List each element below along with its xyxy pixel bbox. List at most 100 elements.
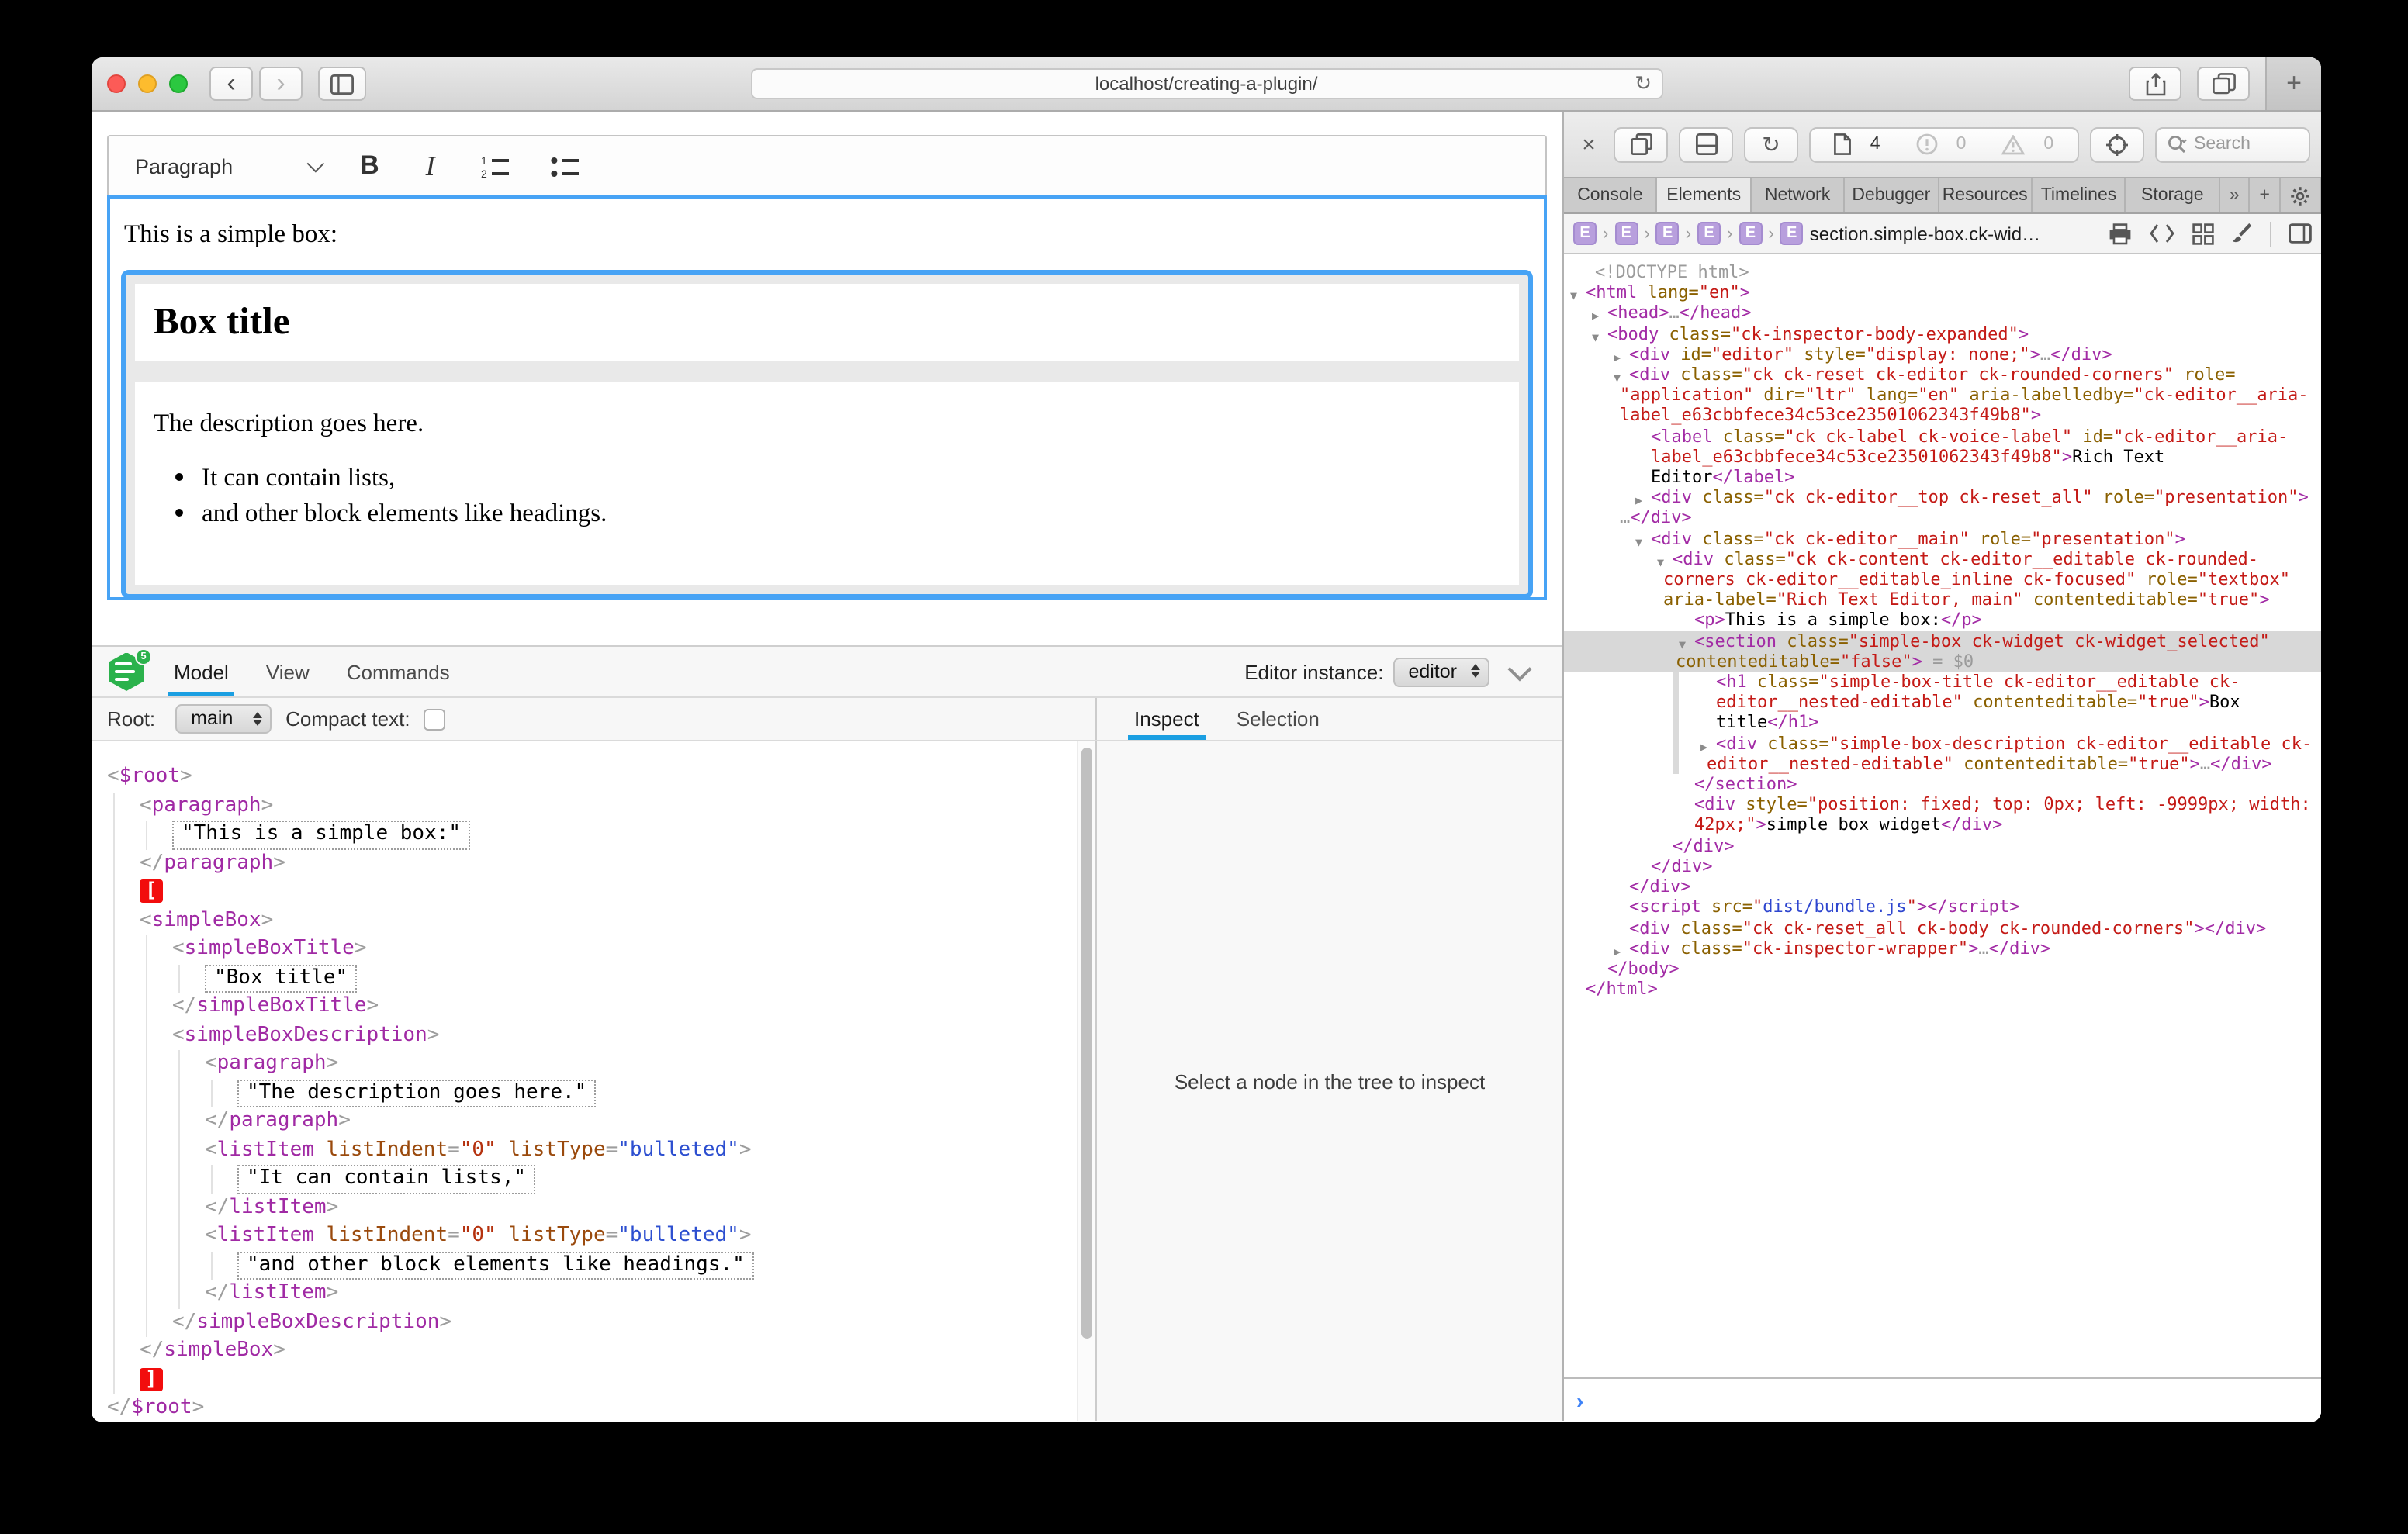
back-button[interactable]: ‹ (209, 67, 253, 101)
inspector-tab-model[interactable]: Model (155, 647, 247, 696)
source-code-icon[interactable] (2149, 223, 2175, 244)
grid-overlay-icon[interactable] (2192, 223, 2214, 244)
styles-brush-icon[interactable] (2231, 222, 2253, 245)
minimize-window-button[interactable] (138, 74, 157, 93)
model-element-close[interactable]: </simpleBoxDescription> (172, 1308, 1064, 1337)
model-element-open[interactable]: <listItem listIndent="0" listType="bulle… (205, 1222, 1064, 1251)
tab-overflow-button[interactable]: » (2220, 178, 2251, 212)
text-node-box[interactable]: "This is a simple box:" (172, 821, 470, 849)
editor-instance-select[interactable]: editor (1393, 657, 1489, 686)
heading-dropdown[interactable]: Paragraph (135, 154, 320, 178)
element-badge[interactable]: E (1573, 222, 1597, 245)
tab-overview-button[interactable] (2197, 67, 2250, 101)
share-button[interactable] (2129, 67, 2181, 101)
close-devtools-button[interactable]: × (1575, 126, 1603, 162)
model-element-open[interactable]: <listItem listIndent="0" listType="bulle… (205, 1136, 1064, 1165)
dom-tree-line[interactable]: Editor</label> (1564, 467, 2321, 487)
inspect-panel-tab-selection[interactable]: Selection (1218, 698, 1338, 740)
editor-editable-area[interactable]: This is a simple box: Box title The desc… (107, 195, 1547, 600)
model-element-close[interactable]: </paragraph> (205, 1107, 1064, 1136)
bold-button[interactable]: B (360, 150, 379, 181)
compact-text-checkbox[interactable] (424, 708, 446, 730)
numbered-list-button[interactable]: 12 (482, 154, 511, 178)
dom-tree-line[interactable]: contenteditable="false"> = $0 (1564, 651, 2321, 672)
model-element-open[interactable]: <simpleBox> (140, 907, 1064, 935)
address-bar[interactable]: localhost/creating-a-plugin/ ↻ (750, 68, 1662, 99)
dom-tree-line[interactable]: ▼<html lang="en"> (1564, 282, 2321, 302)
dom-tree-line[interactable]: ▼<div class="ck ck-reset ck-editor ck-ro… (1564, 364, 2321, 385)
model-text-node[interactable]: "and other block elements like headings.… (237, 1251, 1064, 1280)
dom-tree-line[interactable]: </div> (1564, 856, 2321, 876)
dom-tree-line[interactable]: <div class="ck ck-reset_all ck-body ck-r… (1564, 917, 2321, 938)
text-node-box[interactable]: "The description goes here." (237, 1079, 596, 1107)
model-element-open[interactable]: <simpleBoxDescription> (172, 1021, 1064, 1050)
dom-tree-line[interactable]: corners ck-editor__editable_inline ck-fo… (1564, 569, 2321, 589)
element-picker-button[interactable] (2090, 126, 2144, 162)
element-badge[interactable]: E (1780, 222, 1804, 245)
element-badge[interactable]: E (1739, 222, 1762, 245)
dom-tree-line[interactable]: <h1 class="simple-box-title ck-editor__e… (1564, 672, 2321, 692)
breadcrumb-current-node[interactable]: section.simple-box.ck-wid… (1810, 223, 2040, 244)
dom-tree-line[interactable]: ▼<div class="ck ck-editor__main" role="p… (1564, 528, 2321, 548)
devtools-search-field[interactable]: Search (2155, 126, 2310, 162)
text-node-box[interactable]: "It can contain lists," (237, 1165, 535, 1194)
new-tab-button[interactable]: + (2265, 57, 2321, 110)
model-element-close[interactable]: </listItem> (205, 1194, 1064, 1222)
dom-tree-line[interactable]: <div style="position: fixed; top: 0px; l… (1564, 795, 2321, 815)
devtools-tab-timelines[interactable]: Timelines (2033, 178, 2126, 212)
dom-tree-line[interactable]: …</div> (1564, 508, 2321, 528)
text-node-box[interactable]: "Box title" (205, 964, 357, 993)
devtools-tab-resources[interactable]: Resources (1939, 178, 2033, 212)
new-tab-button[interactable]: + (2251, 178, 2281, 212)
dom-tree-line[interactable]: </div> (1564, 835, 2321, 855)
dom-tree-line[interactable]: 42px;">simple box widget</div> (1564, 815, 2321, 835)
sidebar-toggle-button[interactable] (318, 67, 366, 101)
description-list[interactable]: It can contain lists,and other block ele… (154, 461, 1500, 529)
root-select[interactable]: main (175, 704, 272, 734)
forward-button[interactable]: › (259, 67, 303, 101)
dom-tree-line[interactable]: label_e63cbbfece34c53ce23501062343f49b8"… (1564, 447, 2321, 467)
devtools-tab-storage[interactable]: Storage (2126, 178, 2220, 212)
dom-tree-line[interactable]: title</h1> (1564, 713, 2321, 733)
inspector-tab-view[interactable]: View (247, 647, 328, 696)
details-sidebar-icon[interactable] (2289, 223, 2312, 244)
reload-page-button[interactable]: ↻ (1744, 126, 1798, 162)
simple-box-description[interactable]: The description goes here. It can contai… (135, 382, 1519, 585)
resource-badges-button[interactable]: 4 0 0 (1809, 126, 2079, 162)
list-item[interactable]: and other block elements like headings. (202, 496, 1500, 529)
dom-tree-line[interactable]: "application" dir="ltr" lang="en" aria-l… (1564, 385, 2321, 405)
dom-tree-line[interactable]: ▶<head>…</head> (1564, 303, 2321, 323)
model-element-close[interactable]: </listItem> (205, 1280, 1064, 1308)
detach-devtools-button[interactable] (1614, 126, 1668, 162)
model-text-node[interactable]: "This is a simple box:" (172, 821, 1064, 849)
dom-tree-line[interactable]: <script src="dist/bundle.js"></script> (1564, 897, 2321, 917)
zoom-window-button[interactable] (169, 74, 188, 93)
dom-tree-line[interactable]: <!DOCTYPE html> (1564, 262, 2321, 282)
editor-paragraph[interactable]: This is a simple box: (124, 219, 1530, 250)
dom-tree-line[interactable]: aria-label="Rich Text Editor, main" cont… (1564, 590, 2321, 610)
inspect-panel-tab-inspect[interactable]: Inspect (1116, 698, 1218, 740)
scrollbar-thumb[interactable] (1081, 748, 1092, 1339)
model-element-close[interactable]: </simpleBox> (140, 1337, 1064, 1366)
dom-tree-line[interactable]: ▶<div class="simple-box-description ck-e… (1564, 733, 2321, 753)
dom-tree-line[interactable]: ▼<section class="simple-box ck-widget ck… (1564, 631, 2321, 651)
print-styles-icon[interactable] (2109, 223, 2132, 244)
console-quick-input[interactable]: › (1564, 1377, 2321, 1421)
dom-tree-line[interactable]: ▶<div id="editor" style="display: none;"… (1564, 344, 2321, 364)
model-element-open[interactable]: <simpleBoxTitle> (172, 935, 1064, 964)
dom-tree-line[interactable]: ▶<div class="ck ck-editor__top ck-reset_… (1564, 487, 2321, 507)
bulleted-list-button[interactable] (552, 154, 581, 178)
model-element-close[interactable]: </paragraph> (140, 849, 1064, 878)
model-tree-scrollbar[interactable] (1077, 741, 1095, 1421)
description-paragraph[interactable]: The description goes here. (154, 408, 1500, 439)
text-node-box[interactable]: "and other block elements like headings.… (237, 1251, 754, 1280)
inspector-tab-commands[interactable]: Commands (328, 647, 469, 696)
reload-icon[interactable]: ↻ (1635, 71, 1652, 96)
list-item[interactable]: It can contain lists, (202, 461, 1500, 493)
element-badge[interactable]: E (1656, 222, 1680, 245)
model-text-node[interactable]: "It can contain lists," (237, 1165, 1064, 1194)
dom-tree-line[interactable]: editor__nested-editable" contenteditable… (1564, 754, 2321, 774)
model-element-open[interactable]: <paragraph> (205, 1050, 1064, 1079)
model-element-open[interactable]: <$root> (107, 763, 1064, 792)
dom-tree-line[interactable]: </body> (1564, 959, 2321, 979)
